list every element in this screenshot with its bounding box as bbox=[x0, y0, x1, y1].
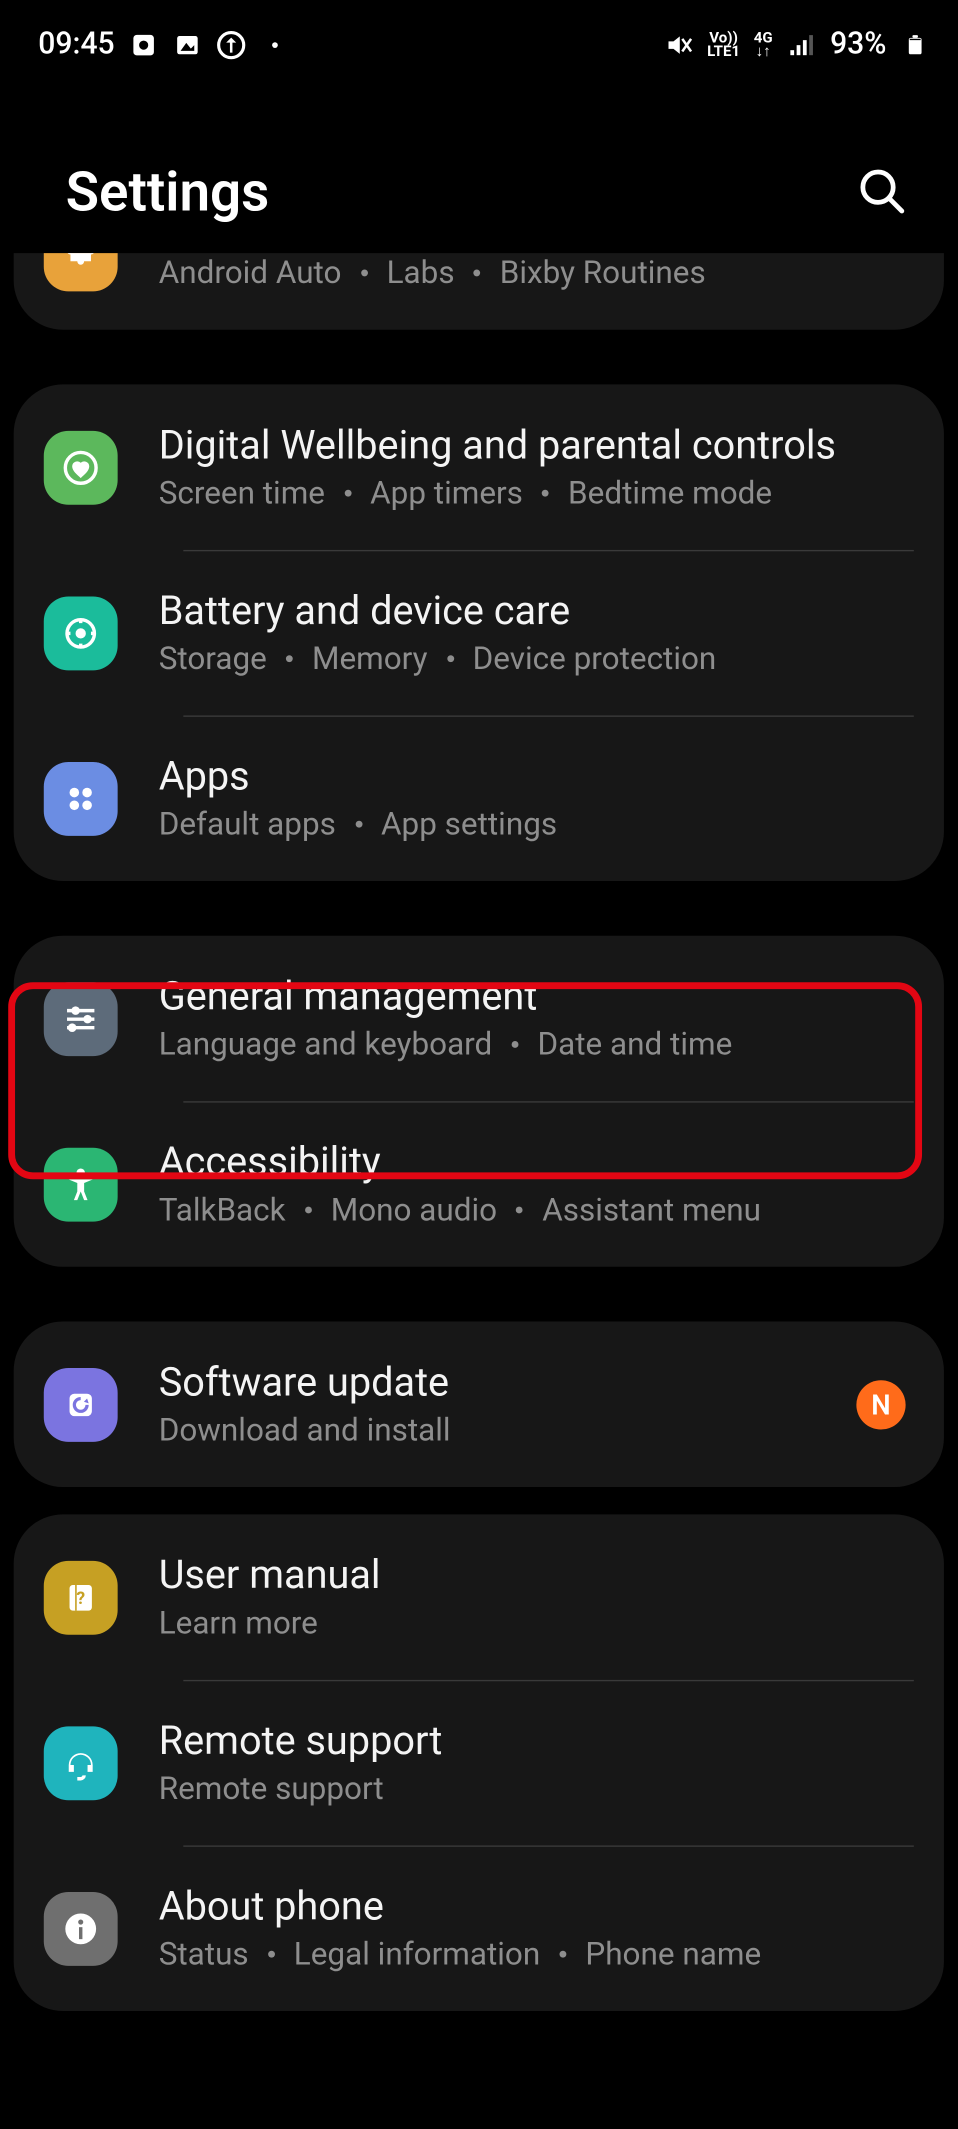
settings-item-battery-device-care[interactable]: Battery and device care Storage Memory D… bbox=[14, 550, 944, 716]
page-title: Settings bbox=[66, 159, 270, 223]
item-subtitle: Language and keyboard Date and time bbox=[159, 1026, 914, 1063]
item-subtitle: Download and install bbox=[159, 1412, 816, 1449]
item-title: About phone bbox=[159, 1884, 914, 1931]
image-icon bbox=[172, 29, 202, 59]
settings-item-general-management[interactable]: General management Language and keyboard… bbox=[14, 936, 944, 1102]
sliders-icon bbox=[44, 982, 118, 1056]
item-subtitle: TalkBack Mono audio Assistant menu bbox=[159, 1192, 914, 1229]
update-icon bbox=[216, 29, 246, 59]
settings-group: General management Language and keyboard… bbox=[14, 936, 944, 1267]
item-text: Advanced features Android Auto Labs Bixb… bbox=[159, 254, 914, 291]
status-net2: LTE1 bbox=[707, 44, 740, 58]
headset-icon bbox=[44, 1726, 118, 1800]
mute-icon bbox=[663, 29, 693, 59]
item-text: Battery and device care Storage Memory D… bbox=[159, 588, 914, 677]
status-bar: 09:45 Vo)) LTE1 4G ↓↑ bbox=[0, 0, 958, 75]
status-time: 09:45 bbox=[38, 27, 114, 61]
update-square-icon bbox=[44, 1367, 118, 1441]
battery-icon bbox=[900, 29, 930, 59]
status-left: 09:45 bbox=[38, 27, 289, 61]
settings-group: Software update Download and install N bbox=[14, 1321, 944, 1487]
settings-item-remote-support[interactable]: Remote support Remote support bbox=[14, 1680, 944, 1846]
data-arrows-icon: ↓↑ bbox=[756, 44, 771, 58]
settings-item-about-phone[interactable]: About phone Status Legal information Pho… bbox=[14, 1845, 944, 2011]
settings-item-advanced-features[interactable]: Advanced features Android Auto Labs Bixb… bbox=[14, 253, 944, 330]
settings-header: Settings bbox=[0, 75, 958, 253]
notification-badge: N bbox=[856, 1380, 905, 1429]
item-text: User manual Learn more bbox=[159, 1553, 914, 1642]
item-text: Remote support Remote support bbox=[159, 1718, 914, 1807]
settings-group: Advanced features Android Auto Labs Bixb… bbox=[14, 253, 944, 330]
item-subtitle: Learn more bbox=[159, 1605, 914, 1642]
settings-item-software-update[interactable]: Software update Download and install N bbox=[14, 1321, 944, 1487]
item-subtitle: Android Auto Labs Bixby Routines bbox=[159, 254, 914, 291]
signal-icon bbox=[786, 29, 816, 59]
info-icon bbox=[44, 1891, 118, 1965]
item-title: Software update bbox=[159, 1360, 816, 1407]
settings-group: ? User manual Learn more Remote support … bbox=[14, 1514, 944, 2011]
item-subtitle: Remote support bbox=[159, 1770, 914, 1807]
device-care-icon bbox=[44, 596, 118, 670]
item-title: Battery and device care bbox=[159, 588, 914, 635]
item-title: Accessibility bbox=[159, 1140, 914, 1187]
item-title: General management bbox=[159, 974, 914, 1021]
item-text: Accessibility TalkBack Mono audio Assist… bbox=[159, 1140, 914, 1229]
item-title: Remote support bbox=[159, 1718, 914, 1765]
svg-text:?: ? bbox=[76, 1589, 85, 1609]
settings-item-user-manual[interactable]: ? User manual Learn more bbox=[14, 1514, 944, 1680]
item-subtitle: Default apps App settings bbox=[159, 806, 914, 843]
more-dot-icon bbox=[260, 29, 290, 59]
item-subtitle: Status Legal information Phone name bbox=[159, 1936, 914, 1973]
settings-item-digital-wellbeing[interactable]: Digital Wellbeing and parental controls … bbox=[14, 384, 944, 550]
search-icon bbox=[856, 166, 908, 218]
item-text: Software update Download and install bbox=[159, 1360, 816, 1449]
item-subtitle: Storage Memory Device protection bbox=[159, 640, 914, 677]
wellbeing-icon bbox=[44, 430, 118, 504]
status-right: Vo)) LTE1 4G ↓↑ 93% bbox=[663, 27, 930, 61]
music-icon bbox=[128, 29, 158, 59]
apps-icon bbox=[44, 761, 118, 835]
settings-item-apps[interactable]: Apps Default apps App settings bbox=[14, 715, 944, 881]
puzzle-icon bbox=[44, 253, 118, 291]
settings-item-accessibility[interactable]: Accessibility TalkBack Mono audio Assist… bbox=[14, 1101, 944, 1267]
item-text: Digital Wellbeing and parental controls … bbox=[159, 423, 914, 512]
item-title: Apps bbox=[159, 754, 914, 801]
volte-icon: Vo)) LTE1 bbox=[707, 31, 740, 58]
item-title: Digital Wellbeing and parental controls bbox=[159, 423, 914, 470]
battery-pct: 93% bbox=[830, 27, 886, 61]
item-text: Apps Default apps App settings bbox=[159, 754, 914, 843]
manual-icon: ? bbox=[44, 1560, 118, 1634]
settings-group: Digital Wellbeing and parental controls … bbox=[14, 384, 944, 881]
item-text: General management Language and keyboard… bbox=[159, 974, 914, 1063]
accessibility-icon bbox=[44, 1147, 118, 1221]
search-button[interactable] bbox=[848, 157, 916, 225]
item-title: User manual bbox=[159, 1553, 914, 1600]
item-subtitle: Screen time App timers Bedtime mode bbox=[159, 475, 914, 512]
network-4g-icon: 4G ↓↑ bbox=[754, 31, 773, 58]
item-text: About phone Status Legal information Pho… bbox=[159, 1884, 914, 1973]
